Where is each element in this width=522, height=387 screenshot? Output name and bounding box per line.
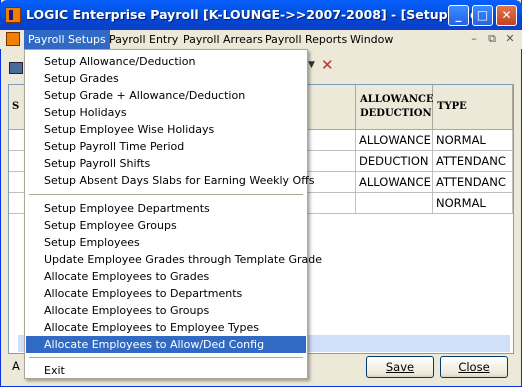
menu-item[interactable]: Update Employee Grades through Template …: [26, 251, 322, 268]
column-header-allowance-deduction[interactable]: ALLOWANCE/ DEDUCTION: [356, 85, 437, 130]
menu-payroll-reports[interactable]: Payroll Reports: [261, 30, 351, 49]
maximize-button[interactable]: □: [472, 5, 493, 26]
menu-separator: [29, 357, 303, 358]
cell-allowance[interactable]: [356, 193, 433, 214]
menu-item[interactable]: Allocate Employees to Allow/Ded Config: [26, 336, 306, 353]
dropdown-arrow-icon[interactable]: ▼: [308, 60, 315, 70]
menu-item-exit[interactable]: Exit: [26, 362, 306, 379]
cell-allowance[interactable]: ALLOWANCE: [356, 130, 433, 151]
payroll-setups-dropdown: Setup Allowance/Deduction Setup Grades Set…: [24, 49, 322, 379]
column-header-type[interactable]: TYPE: [433, 85, 513, 130]
menu-item[interactable]: Allocate Employees to Grades: [26, 268, 306, 285]
menu-item[interactable]: Setup Employee Groups: [26, 217, 306, 234]
mdi-close-button[interactable]: ✕: [502, 31, 518, 47]
menu-payroll-arrears[interactable]: Payroll Arrears: [179, 30, 267, 49]
minimize-button[interactable]: _: [448, 5, 469, 26]
menu-item[interactable]: Setup Payroll Shifts: [26, 155, 306, 172]
menu-item[interactable]: Setup Absent Days Slabs for Earning Week…: [26, 172, 315, 189]
save-button[interactable]: Save: [366, 356, 434, 378]
menu-item[interactable]: Setup Allowance/Deduction: [26, 53, 306, 70]
menu-window[interactable]: Window: [346, 30, 397, 49]
mdi-minimize-button[interactable]: –: [466, 31, 482, 47]
menu-item[interactable]: Allocate Employees to Employee Types: [26, 319, 306, 336]
cell-type[interactable]: ATTENDANC: [433, 172, 513, 193]
toolbar-icon[interactable]: [9, 62, 23, 74]
window-title: LOGIC Enterprise Payroll [K-LOUNGE->>200…: [26, 7, 494, 22]
menu-item[interactable]: Setup Employees: [26, 234, 306, 251]
menu-payroll-entry[interactable]: Payroll Entry: [105, 30, 182, 49]
cell-type[interactable]: ATTENDANC: [433, 151, 513, 172]
menu-item[interactable]: Allocate Employees to Departments: [26, 285, 306, 302]
mdi-restore-button[interactable]: ⧉: [484, 31, 500, 47]
menu-item[interactable]: Setup Holidays: [26, 104, 306, 121]
menu-item[interactable]: Setup Payroll Time Period: [26, 138, 306, 155]
menu-item[interactable]: Allocate Employees to Groups: [26, 302, 306, 319]
menu-item[interactable]: Setup Employee Departments: [26, 200, 306, 217]
close-window-button[interactable]: ✕: [496, 5, 517, 26]
cell-type[interactable]: NORMAL: [433, 130, 513, 151]
menu-item[interactable]: Setup Grades: [26, 70, 306, 87]
menu-payroll-setups[interactable]: Payroll Setups: [24, 30, 110, 49]
delete-icon[interactable]: ✕: [321, 56, 334, 74]
app-logo-icon: [5, 7, 21, 23]
cell-type[interactable]: NORMAL: [433, 193, 513, 214]
menu-item[interactable]: Setup Employee Wise Holidays: [26, 121, 306, 138]
footer-text: A: [12, 359, 20, 373]
title-bar[interactable]: LOGIC Enterprise Payroll [K-LOUNGE->>200…: [0, 0, 522, 30]
close-button[interactable]: Close: [440, 356, 508, 378]
menu-separator: [29, 194, 303, 195]
cell-allowance[interactable]: DEDUCTION: [356, 151, 433, 172]
menu-item[interactable]: Setup Grade + Allowance/Deduction: [26, 87, 306, 104]
cell-allowance[interactable]: ALLOWANCE: [356, 172, 433, 193]
document-icon[interactable]: [6, 32, 20, 46]
